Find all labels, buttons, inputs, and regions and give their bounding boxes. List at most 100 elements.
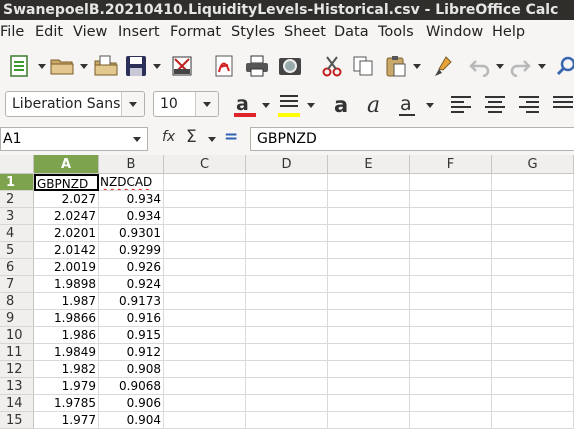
paste-dropdown-icon[interactable] (413, 64, 421, 69)
empty-cell[interactable] (410, 191, 492, 208)
redo-icon[interactable] (506, 52, 534, 80)
new-dropdown-icon[interactable] (38, 64, 46, 69)
menu-format[interactable]: Format (170, 24, 221, 40)
empty-cell[interactable] (246, 310, 328, 327)
cell-a10[interactable]: 1.986 (34, 327, 99, 344)
font-color-icon[interactable]: a (232, 91, 258, 119)
empty-cell[interactable] (164, 259, 246, 276)
print-icon[interactable] (243, 52, 271, 80)
sum-icon[interactable]: Σ (186, 127, 197, 147)
cell-b1[interactable]: NZDCAD (99, 174, 164, 191)
empty-cell[interactable] (164, 327, 246, 344)
empty-cell[interactable] (164, 174, 246, 191)
empty-cell[interactable] (164, 344, 246, 361)
empty-cell[interactable] (410, 293, 492, 310)
cell-a2[interactable]: 2.027 (34, 191, 99, 208)
cell-b3[interactable]: 0.934 (99, 208, 164, 225)
empty-cell[interactable] (246, 276, 328, 293)
cell-b12[interactable]: 0.908 (99, 361, 164, 378)
empty-cell[interactable] (246, 242, 328, 259)
empty-cell[interactable] (492, 293, 574, 310)
align-center-icon[interactable] (484, 94, 506, 114)
empty-cell[interactable] (246, 327, 328, 344)
cell-b7[interactable]: 0.924 (99, 276, 164, 293)
empty-cell[interactable] (328, 344, 410, 361)
empty-cell[interactable] (164, 378, 246, 395)
empty-cell[interactable] (246, 293, 328, 310)
paste-icon[interactable] (382, 52, 410, 80)
empty-cell[interactable] (492, 310, 574, 327)
save-dropdown-icon[interactable] (153, 64, 161, 69)
name-box[interactable]: A1 (0, 127, 148, 151)
empty-cell[interactable] (410, 276, 492, 293)
column-header-a[interactable]: A (34, 155, 99, 174)
row-header[interactable]: 5 (0, 242, 34, 259)
cell-a6[interactable]: 2.0019 (34, 259, 99, 276)
empty-cell[interactable] (410, 225, 492, 242)
highlight-dropdown-icon[interactable] (307, 103, 315, 108)
empty-cell[interactable] (246, 412, 328, 429)
cell-a14[interactable]: 1.9785 (34, 395, 99, 412)
find-icon[interactable] (276, 52, 304, 80)
empty-cell[interactable] (246, 191, 328, 208)
empty-cell[interactable] (410, 327, 492, 344)
empty-cell[interactable] (328, 242, 410, 259)
align-right-icon[interactable] (518, 94, 540, 114)
new-icon[interactable] (5, 52, 33, 80)
open-icon[interactable] (48, 52, 76, 80)
cell-a15[interactable]: 1.977 (34, 412, 99, 429)
row-header[interactable]: 1 (0, 174, 34, 191)
empty-cell[interactable] (492, 344, 574, 361)
row-header[interactable]: 14 (0, 395, 34, 412)
empty-cell[interactable] (492, 259, 574, 276)
empty-cell[interactable] (246, 208, 328, 225)
empty-cell[interactable] (328, 293, 410, 310)
print-preview-icon[interactable] (168, 52, 196, 80)
chevron-down-icon[interactable] (195, 92, 218, 116)
column-header-b[interactable]: B (99, 155, 164, 174)
menu-sheet[interactable]: Sheet (284, 24, 326, 40)
outline-icon[interactable]: a (364, 91, 388, 119)
empty-cell[interactable] (164, 276, 246, 293)
empty-cell[interactable] (410, 378, 492, 395)
empty-cell[interactable] (492, 174, 574, 191)
menu-styles[interactable]: Styles (231, 24, 275, 40)
empty-cell[interactable] (410, 344, 492, 361)
empty-cell[interactable] (410, 361, 492, 378)
cell-a5[interactable]: 2.0142 (34, 242, 99, 259)
row-header[interactable]: 3 (0, 208, 34, 225)
menu-window[interactable]: Window (426, 24, 483, 40)
empty-cell[interactable] (328, 310, 410, 327)
empty-cell[interactable] (328, 276, 410, 293)
cell-b5[interactable]: 0.9299 (99, 242, 164, 259)
empty-cell[interactable] (328, 225, 410, 242)
menu-view[interactable]: View (73, 24, 107, 40)
row-header[interactable]: 2 (0, 191, 34, 208)
chevron-down-icon[interactable] (127, 128, 147, 150)
row-header[interactable]: 12 (0, 361, 34, 378)
cell-a12[interactable]: 1.982 (34, 361, 99, 378)
export-pdf-icon[interactable] (210, 52, 238, 80)
empty-cell[interactable] (492, 361, 574, 378)
chevron-down-icon[interactable] (121, 92, 144, 116)
save-icon[interactable] (122, 52, 150, 80)
empty-cell[interactable] (328, 327, 410, 344)
underline-dropdown-icon[interactable] (426, 103, 434, 108)
empty-cell[interactable] (328, 378, 410, 395)
align-left-icon[interactable] (450, 94, 472, 114)
empty-cell[interactable] (492, 208, 574, 225)
row-header[interactable]: 6 (0, 259, 34, 276)
empty-cell[interactable] (410, 174, 492, 191)
cell-a4[interactable]: 2.0201 (34, 225, 99, 242)
menu-insert[interactable]: Insert (118, 24, 160, 40)
cell-b9[interactable]: 0.916 (99, 310, 164, 327)
empty-cell[interactable] (410, 310, 492, 327)
row-header[interactable]: 11 (0, 344, 34, 361)
empty-cell[interactable] (164, 293, 246, 310)
cell-b4[interactable]: 0.9301 (99, 225, 164, 242)
empty-cell[interactable] (492, 225, 574, 242)
row-header[interactable]: 13 (0, 378, 34, 395)
font-name-box[interactable]: Liberation Sans (5, 91, 145, 117)
empty-cell[interactable] (164, 395, 246, 412)
search-icon[interactable] (552, 52, 574, 80)
